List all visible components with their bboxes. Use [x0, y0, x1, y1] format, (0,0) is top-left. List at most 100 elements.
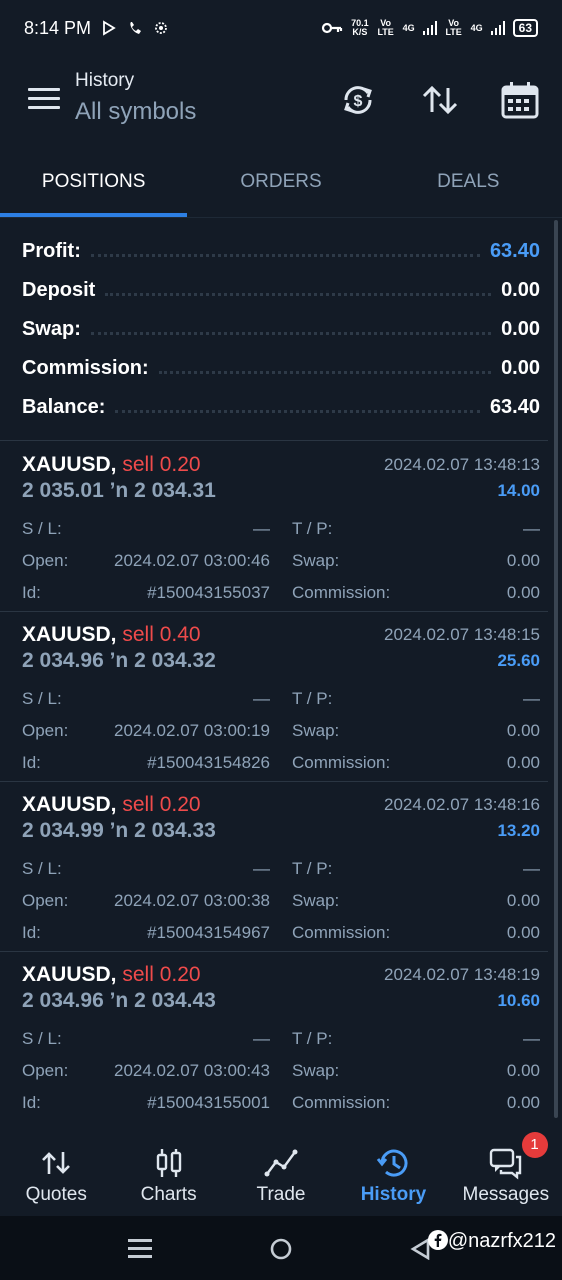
summary-value: 0.00 [501, 279, 540, 301]
tab-orders[interactable]: ORDERS [187, 152, 374, 217]
sl-label: S / L: [22, 1029, 62, 1048]
summary-label: Commission: [22, 357, 159, 380]
commission-label: Commission: [292, 923, 391, 942]
sl-value: — [253, 519, 270, 538]
signal-icon [490, 21, 505, 35]
summary-label: Swap: [22, 318, 91, 341]
position-profit: 13.20 [497, 821, 540, 840]
tp-label: T / P: [292, 519, 333, 538]
open-time: 2024.02.07 03:00:46 [114, 551, 270, 570]
unread-badge: 1 [521, 1132, 548, 1158]
network-2: 4G [470, 22, 483, 33]
play-store-icon [103, 20, 116, 36]
menu-icon[interactable] [28, 88, 60, 112]
settings-icon [155, 22, 167, 34]
position-side: sell 0.20 [122, 793, 201, 816]
open-label: Open: [22, 721, 69, 740]
signal-icon [422, 21, 437, 35]
summary-row-swap: Swap: 0.00 [0, 310, 562, 349]
list-item[interactable]: XAUUSD, sell 0.20 2024.02.07 13:48:13 2 … [0, 441, 548, 611]
commission-label: Commission: [292, 583, 391, 602]
swap-value: 0.00 [506, 891, 540, 910]
position-side: sell 0.20 [122, 453, 201, 476]
sl-label: S / L: [22, 519, 62, 538]
battery-icon: 63 [512, 19, 538, 37]
commission-value: 0.00 [506, 1093, 540, 1112]
position-id: #150043155001 [147, 1093, 270, 1112]
position-prices: 2 034.99 ’n 2 034.33 [22, 819, 216, 842]
id-label: Id: [22, 923, 41, 942]
swap-label: Swap: [292, 551, 340, 570]
position-symbol: XAUUSD, [22, 453, 117, 476]
swap-value: 0.00 [506, 551, 540, 570]
position-symbol: XAUUSD, [22, 963, 117, 986]
position-id: #150043154826 [147, 753, 270, 772]
status-time: 8:14 PM [24, 17, 92, 38]
sl-label: S / L: [22, 689, 62, 708]
position-symbol: XAUUSD, [22, 623, 117, 646]
summary-row-deposit: Deposit 0.00 [0, 271, 562, 310]
position-close-time: 2024.02.07 13:48:13 [384, 455, 540, 474]
nav-trade[interactable]: Trade [225, 1128, 337, 1216]
position-id: #150043155037 [147, 583, 270, 602]
open-label: Open: [22, 551, 69, 570]
recent-apps-icon[interactable] [128, 1236, 152, 1260]
open-time: 2024.02.07 03:00:38 [114, 891, 270, 910]
summary-value: 63.40 [489, 240, 540, 262]
position-close-time: 2024.02.07 13:48:19 [384, 965, 540, 984]
calendar-icon[interactable] [500, 80, 540, 120]
nav-label: History [360, 1184, 427, 1205]
list-item[interactable]: XAUUSD, sell 0.20 2024.02.07 13:48:19 2 … [0, 951, 548, 1121]
list-item[interactable]: XAUUSD, sell 0.40 2024.02.07 13:48:15 2 … [0, 611, 548, 781]
sort-icon[interactable] [420, 80, 460, 120]
commission-value: 0.00 [506, 583, 540, 602]
position-close-time: 2024.02.07 13:48:16 [384, 795, 540, 814]
nav-messages[interactable]: 1 Messages [450, 1128, 562, 1216]
position-profit: 25.60 [497, 651, 540, 670]
summary-label: Deposit [22, 279, 106, 302]
nav-charts[interactable]: Charts [112, 1128, 224, 1216]
facebook-icon [427, 1230, 448, 1250]
tp-label: T / P: [292, 689, 333, 708]
nav-quotes[interactable]: Quotes [0, 1128, 112, 1216]
summary-label: Profit: [22, 240, 91, 263]
tab-bar: POSITIONS ORDERS DEALS [0, 152, 562, 218]
position-side: sell 0.20 [122, 963, 201, 986]
charts-icon [156, 1149, 181, 1177]
summary-value: 63.40 [489, 396, 540, 418]
nav-label: Trade [256, 1184, 306, 1205]
open-time: 2024.02.07 03:00:43 [114, 1061, 270, 1080]
network-1: 4G [402, 22, 415, 33]
open-label: Open: [22, 1061, 69, 1080]
tp-value: — [523, 519, 540, 538]
tab-deals[interactable]: DEALS [375, 152, 562, 217]
quotes-icon [42, 1152, 71, 1174]
history-icon [377, 1149, 408, 1177]
tp-label: T / P: [292, 1029, 333, 1048]
sl-value: — [253, 689, 270, 708]
open-label: Open: [22, 891, 69, 910]
summary-value: 0.00 [501, 318, 540, 340]
position-prices: 2 034.96 ’n 2 034.32 [22, 649, 216, 672]
commission-value: 0.00 [506, 923, 540, 942]
volte-1: Vo LTE [377, 18, 394, 37]
tab-positions[interactable]: POSITIONS [0, 152, 188, 217]
position-profit: 10.60 [497, 991, 540, 1010]
id-label: Id: [22, 583, 41, 602]
position-prices: 2 034.96 ’n 2 034.43 [22, 989, 216, 1012]
key-icon [321, 22, 343, 34]
header-titles[interactable]: History All symbols [75, 70, 196, 126]
nav-history[interactable]: History [337, 1128, 449, 1216]
summary-label: Balance: [22, 396, 116, 419]
swap-value: 0.00 [506, 721, 540, 740]
phone-icon [130, 22, 142, 34]
list-item[interactable]: XAUUSD, sell 0.20 2024.02.07 13:48:16 2 … [0, 781, 548, 951]
open-time: 2024.02.07 03:00:19 [114, 721, 270, 740]
swap-label: Swap: [292, 1061, 340, 1080]
position-prices: 2 035.01 ’n 2 034.31 [22, 479, 216, 502]
home-icon[interactable] [270, 1238, 292, 1260]
volte-2: Vo LTE [445, 18, 462, 37]
currency-refresh-icon[interactable]: $ [338, 80, 378, 120]
position-close-time: 2024.02.07 13:48:15 [384, 625, 540, 644]
position-id: #150043154967 [147, 923, 270, 942]
